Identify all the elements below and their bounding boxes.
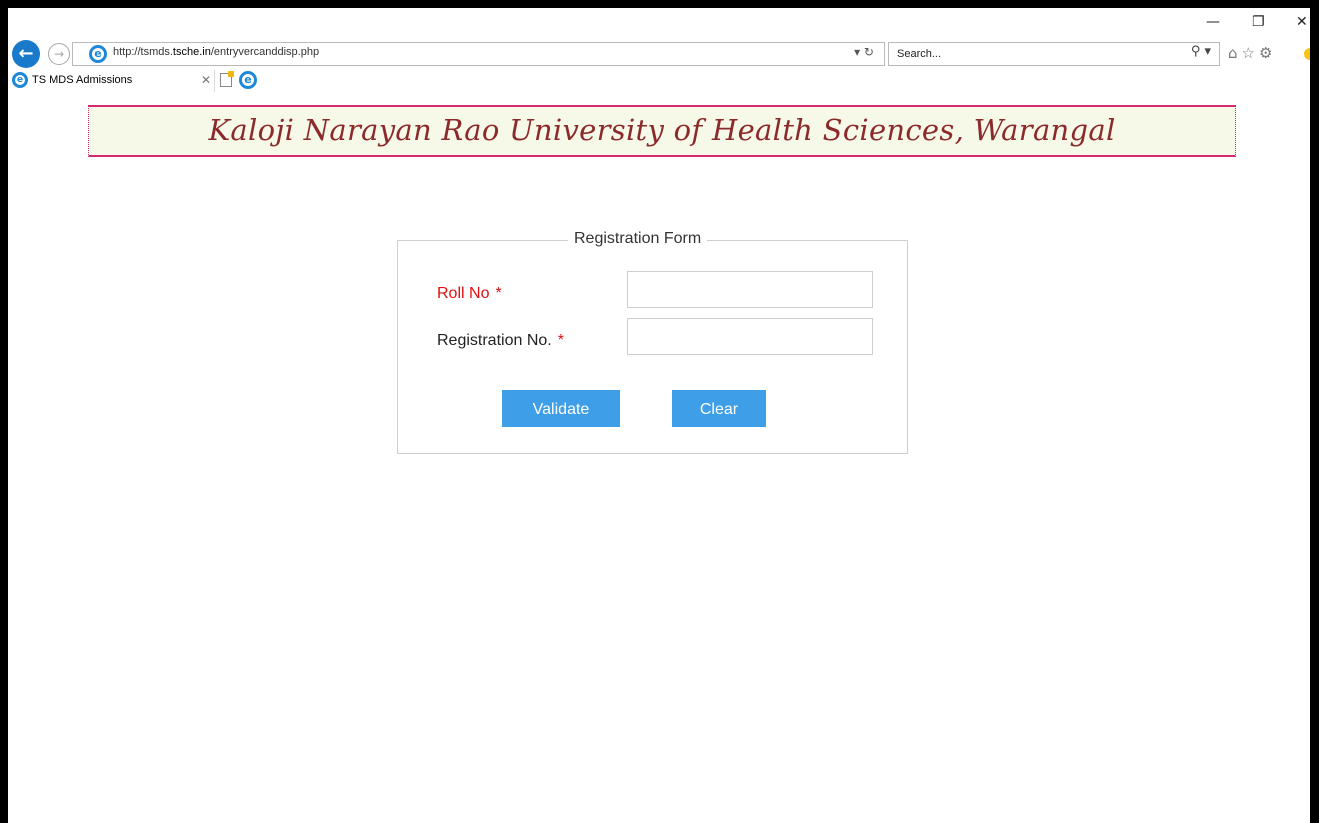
- minimize-icon[interactable]: —: [1206, 14, 1220, 30]
- registration-form: Registration Form Roll No * Registration …: [397, 230, 908, 454]
- university-banner: Kaloji Narayan Rao University of Health …: [88, 105, 1236, 157]
- forward-button[interactable]: →: [48, 43, 70, 65]
- rollno-label: Roll No *: [437, 285, 502, 302]
- regno-input[interactable]: [627, 318, 873, 355]
- form-legend: Registration Form: [568, 230, 708, 248]
- rollno-input[interactable]: [627, 271, 873, 308]
- tab-bar: e TS MDS Admissions ✕ e: [8, 70, 1310, 93]
- address-bar[interactable]: e http://tsmds.tsche.in/entryvercanddisp…: [72, 42, 885, 66]
- banner-title: Kaloji Narayan Rao University of Health …: [208, 113, 1116, 147]
- ie-logo-icon: e: [89, 45, 107, 63]
- ie-newtab-logo-icon[interactable]: e: [239, 71, 257, 89]
- search-input[interactable]: [895, 45, 1169, 63]
- search-icon[interactable]: ⚲ ▾: [1191, 44, 1211, 59]
- dropdown-refresh-icons[interactable]: ▾ ↻: [854, 45, 874, 59]
- required-marker: *: [557, 332, 564, 349]
- home-favorites-settings-icons[interactable]: ⌂☆⚙: [1228, 44, 1276, 62]
- regno-label: Registration No. *: [437, 332, 564, 349]
- page-content: Kaloji Narayan Rao University of Health …: [8, 92, 1310, 823]
- tab-close-icon[interactable]: ✕: [201, 73, 211, 87]
- search-box[interactable]: ⚲ ▾: [888, 42, 1220, 66]
- feedback-smiley-icon[interactable]: [1304, 48, 1310, 60]
- back-button[interactable]: ←: [12, 40, 40, 68]
- url-text[interactable]: http://tsmds.tsche.in/entryvercanddisp.p…: [113, 46, 319, 58]
- close-window-icon[interactable]: ✕: [1296, 14, 1308, 30]
- tab-ts-mds-admissions[interactable]: e TS MDS Admissions ✕: [8, 70, 215, 92]
- validate-button[interactable]: Validate: [502, 390, 620, 427]
- browser-window: — ❐ ✕ ← → e http://tsmds.tsche.in/entryv…: [8, 8, 1310, 823]
- new-tab-icon[interactable]: [220, 71, 234, 87]
- clear-button[interactable]: Clear: [672, 390, 766, 427]
- required-marker: *: [495, 285, 502, 302]
- restore-icon[interactable]: ❐: [1252, 14, 1265, 30]
- navigation-bar: ← → e http://tsmds.tsche.in/entryvercand…: [8, 38, 1310, 70]
- tab-title: TS MDS Admissions: [32, 74, 133, 86]
- tab-favicon-icon: e: [12, 72, 28, 88]
